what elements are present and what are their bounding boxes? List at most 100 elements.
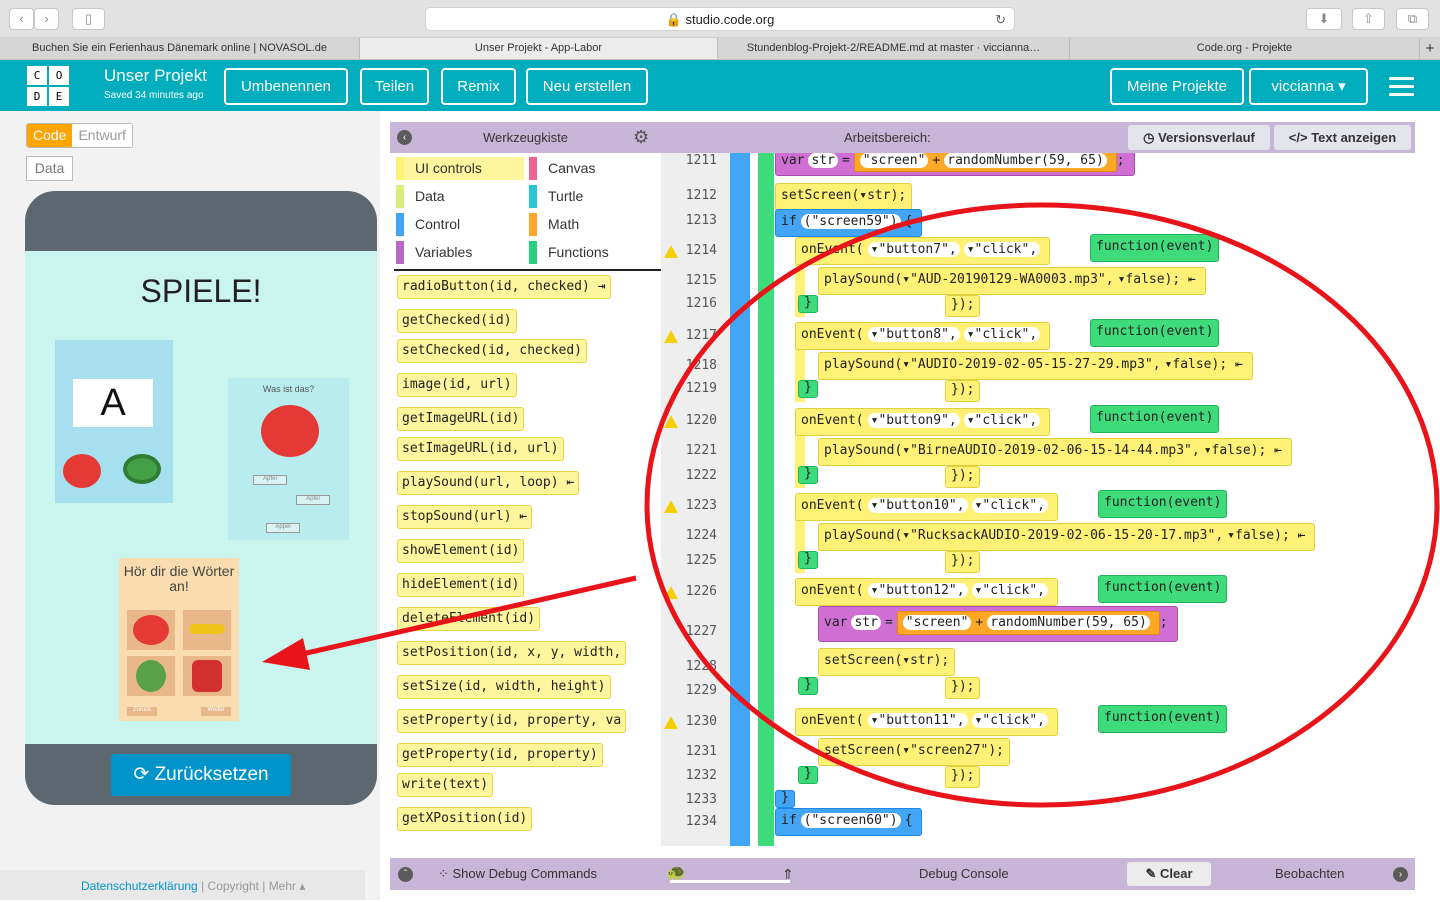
tab-novasol[interactable]: Buchen Sie ein Ferienhaus Dänemark onlin… [0,38,360,59]
forward-button[interactable]: › [34,8,59,30]
function-event-block[interactable]: function(event) [1098,490,1228,518]
reload-icon[interactable]: ↻ [995,8,1006,32]
tile-birne[interactable] [127,656,175,696]
var-str-block[interactable]: var str = "screen" + randomNumber(59, 65); [818,606,1178,642]
on-event-block[interactable]: onEvent(▾"button9", ▾"click", [795,408,1051,436]
on-event-block[interactable]: onEvent(▾"button10", ▾"click", [795,493,1058,521]
code-mode-button[interactable]: Code [27,124,73,147]
collapse-left-icon[interactable]: ‹ [397,130,412,145]
function-event-block[interactable]: function(event) [1098,575,1228,603]
toolbox-block[interactable]: hideElement(id) [397,573,525,597]
category-turtle[interactable]: Turtle [529,185,583,208]
code-workspace[interactable]: var str = "screen" + randomNumber(59, 65); set… [730,153,1415,846]
var-str-block[interactable]: var str = "screen" + randomNumber(59, 65); [775,153,1135,176]
function-event-block[interactable]: function(event) [1090,319,1220,347]
address-bar[interactable]: 🔒 studio.code.org ↻ [425,7,1015,31]
set-screen-block[interactable]: setScreen(▾str); [775,183,913,211]
toolbox-block[interactable]: deleteElement(id) [397,607,541,631]
new-project-button[interactable]: Neu erstellen [526,68,648,105]
show-debug-commands[interactable]: ⁘ Show Debug Commands [438,858,597,890]
speed-slider[interactable] [670,880,790,883]
sidebar-toggle-icon[interactable]: ▯ [72,8,105,30]
toolbox-block[interactable]: setChecked(id, checked) [397,339,588,363]
show-text-button[interactable]: </> Text anzeigen [1274,125,1411,150]
speed-handle-icon[interactable]: ⇑ [782,858,794,890]
category-canvas[interactable]: Canvas [529,157,595,180]
close-brace-block[interactable]: } [798,295,818,313]
toolbox-block[interactable]: setSize(id, width, height) [397,675,611,699]
toolbox-block[interactable]: getImageURL(id) [397,407,525,431]
close-event-block[interactable]: }); [945,295,981,317]
toolbox-block[interactable]: image(id, url) [397,373,517,397]
close-brace-block[interactable]: } [798,466,818,484]
app-screen[interactable]: SPIELE! A Was ist das? Apfel Apfel Appel… [25,251,377,744]
rename-button[interactable]: Umbenennen [224,68,348,105]
function-event-block[interactable]: function(event) [1090,405,1220,433]
warning-icon[interactable] [664,245,678,258]
category-functions[interactable]: Functions [529,241,609,264]
toolbox-block[interactable]: getChecked(id) [397,309,517,333]
close-brace-block[interactable]: } [798,766,818,784]
user-menu[interactable]: viccianna ▾ [1249,68,1368,105]
card-listen[interactable]: Hör dir die Wörter an! Zurück Weiter [119,558,239,721]
warning-icon[interactable] [664,586,678,599]
tile-apfel[interactable] [127,610,175,650]
design-mode-button[interactable]: Entwurf [72,124,132,147]
warning-icon[interactable] [664,415,678,428]
toolbox-block[interactable]: write(text) [397,773,494,797]
category-variables[interactable]: Variables [396,241,472,264]
expand-watch-icon[interactable]: › [1393,867,1408,882]
download-icon[interactable]: ⬇ [1306,8,1342,30]
on-event-block[interactable]: onEvent(▾"button11", ▾"click", [795,708,1058,736]
toolbox-block[interactable]: setPosition(id, x, y, width, [397,641,627,665]
category-data[interactable]: Data [396,185,445,208]
warning-icon[interactable] [664,716,678,729]
card-question[interactable]: Was ist das? Apfel Apfel Appel [228,378,349,540]
if-block[interactable]: if ("screen59"){ [775,209,923,237]
share-button[interactable]: Teilen [360,68,429,105]
category-ui-controls[interactable]: UI controls [396,157,524,180]
more-link[interactable]: Mehr ▴ [269,879,306,893]
toolbox-block[interactable]: showElement(id) [397,539,525,563]
close-brace-block[interactable]: } [775,790,795,808]
collapse-debug-icon[interactable]: ˆ [398,867,413,882]
clear-button[interactable]: ✎ Clear [1127,862,1211,886]
close-event-block[interactable]: }); [945,766,981,788]
close-brace-block[interactable]: } [798,551,818,569]
remix-button[interactable]: Remix [441,68,516,105]
tile-banane[interactable] [183,610,231,650]
toolbox-block[interactable]: getProperty(id, property) [397,743,603,767]
function-event-block[interactable]: function(event) [1098,705,1228,733]
close-event-block[interactable]: }); [945,466,981,488]
tab-projekte[interactable]: Code.org - Projekte [1070,38,1420,59]
play-sound-block[interactable]: playSound(▾"AUDIO-2019-02-05-15-27-29.mp… [818,352,1253,380]
share-icon[interactable]: ⇧ [1352,8,1385,30]
card-letter[interactable]: A [55,340,173,503]
tab-app-labor[interactable]: Unser Projekt - App-Labor [360,38,718,59]
tab-github[interactable]: Stundenblog-Projekt-2/README.md at maste… [718,38,1070,59]
gear-icon[interactable]: ⚙ [633,122,649,153]
reset-button[interactable]: ⟳ Zurücksetzen [111,754,291,796]
play-sound-block[interactable]: playSound(▾"AUD-20190129-WA0003.mp3", ▾fa… [818,267,1206,295]
toolbox-block[interactable]: stopSound(url) ⇤ [397,505,533,529]
my-projects-button[interactable]: Meine Projekte [1110,68,1244,105]
hamburger-menu-icon[interactable] [1389,77,1414,96]
if-block[interactable]: if ("screen60"){ [775,808,923,836]
toolbox-block[interactable]: setProperty(id, property, va [397,709,627,733]
close-event-block[interactable]: }); [945,677,981,699]
new-tab-button[interactable]: + [1420,38,1440,59]
version-history-button[interactable]: ◷ Versionsverlauf [1128,125,1270,150]
category-control[interactable]: Control [396,213,460,236]
toolbox-block[interactable]: radioButton(id, checked) ⇥ [397,275,611,299]
data-button[interactable]: Data [26,156,73,181]
tabs-icon[interactable]: ⧉ [1396,8,1429,30]
category-math[interactable]: Math [529,213,579,236]
close-event-block[interactable]: }); [945,380,981,402]
code-org-logo[interactable]: CO DE [27,66,69,106]
close-event-block[interactable]: }); [945,551,981,573]
warning-icon[interactable] [664,330,678,343]
tile-rucksack[interactable] [183,656,231,696]
on-event-block[interactable]: onEvent(▾"button7", ▾"click", [795,237,1051,265]
privacy-link[interactable]: Datenschutzerklärung [81,879,198,893]
on-event-block[interactable]: onEvent(▾"button8", ▾"click", [795,322,1051,350]
